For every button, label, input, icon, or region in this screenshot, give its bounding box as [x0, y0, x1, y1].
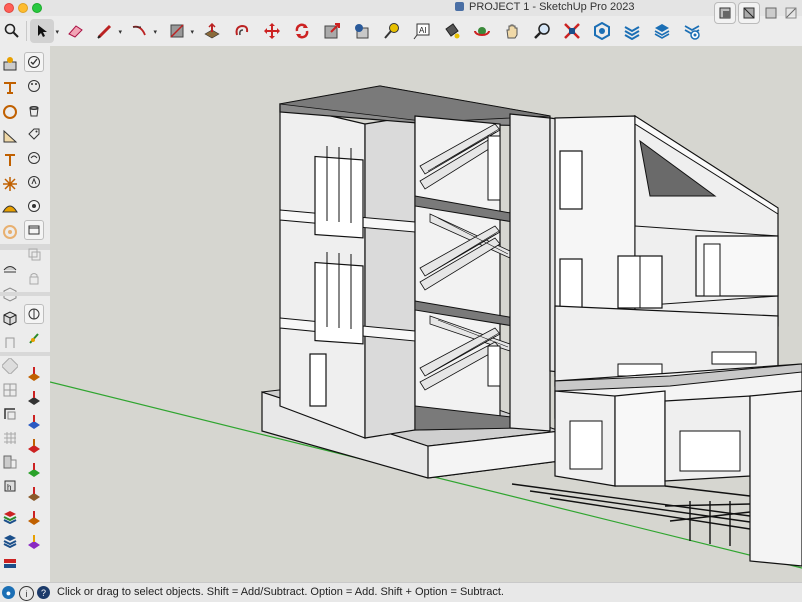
document-icon [455, 2, 464, 11]
right-block [549, 114, 779, 387]
orbit-tool-button[interactable] [470, 19, 494, 43]
lock-icon[interactable] [24, 268, 44, 288]
drape-tool-icon[interactable] [24, 460, 44, 480]
push-pull-tool-button[interactable] [200, 19, 224, 43]
circle-tool-icon[interactable] [0, 102, 20, 122]
copy-frame-icon[interactable] [24, 244, 44, 264]
status-message: Click or drag to select objects. Shift =… [57, 586, 504, 598]
view-toolbar [712, 0, 802, 24]
layers-stack-icon[interactable] [0, 506, 20, 526]
info-icon[interactable]: i [19, 586, 34, 601]
palette-divider [0, 292, 50, 296]
add-detail-icon[interactable] [24, 484, 44, 504]
front-view-icon[interactable] [762, 2, 780, 24]
globe-icon[interactable]: ● [2, 586, 15, 599]
text-tool-button[interactable]: AI [410, 19, 434, 43]
front-structure [511, 363, 802, 567]
section-plane-icon[interactable] [0, 78, 20, 98]
minimize-window-button[interactable] [18, 3, 28, 13]
edge-style-icon[interactable] [0, 404, 20, 424]
walk-icon[interactable] [24, 172, 44, 192]
select-tool-button[interactable]: ▾ [30, 19, 59, 43]
move-tool-button[interactable] [260, 19, 284, 43]
building-model [50, 85, 802, 569]
solid-tools-icon[interactable] [0, 332, 20, 352]
position-camera-icon[interactable] [0, 54, 20, 74]
sandbox-from-scratch-icon[interactable] [24, 388, 44, 408]
group-box-icon[interactable] [0, 308, 20, 328]
close-window-button[interactable] [4, 3, 14, 13]
protractor-tool-icon[interactable] [0, 126, 20, 146]
flip-edge-icon[interactable] [24, 508, 44, 528]
shadows-icon[interactable]: h [0, 476, 20, 496]
sandbox-icon[interactable] [0, 198, 20, 218]
dimension-tool-icon[interactable] [0, 260, 20, 280]
door [309, 353, 327, 407]
top-view-icon[interactable] [738, 2, 760, 24]
material-pot-icon[interactable] [24, 100, 44, 120]
tag-icon[interactable] [24, 124, 44, 144]
window [314, 146, 364, 239]
rectangle-tool-button[interactable]: ▾ [165, 19, 194, 43]
arc-tool-button[interactable]: ▾ [128, 19, 157, 43]
smoove-tool-icon[interactable] [24, 412, 44, 432]
zoom-tool-button[interactable] [530, 19, 554, 43]
offset-tool-button[interactable] [230, 19, 254, 43]
check-mark-icon[interactable] [24, 52, 44, 72]
status-bar: ● i ? Click or drag to select objects. S… [0, 582, 802, 602]
search-icon[interactable] [0, 19, 24, 43]
layers-stack-alt-icon[interactable] [0, 530, 20, 550]
follow-me-tool-button[interactable] [350, 19, 374, 43]
column [509, 113, 551, 432]
window-title: PROJECT 1 - SketchUp Pro 2023 [455, 1, 634, 13]
paint-palette-icon[interactable] [24, 76, 44, 96]
compass-icon[interactable] [24, 304, 44, 324]
layout-icon[interactable] [650, 19, 674, 43]
extension-warehouse-icon[interactable] [620, 19, 644, 43]
svg-text:h: h [7, 483, 11, 492]
help-icon[interactable]: ? [37, 586, 50, 599]
window-title-text: PROJECT 1 - SketchUp Pro 2023 [469, 1, 635, 13]
extension-manager-icon[interactable] [680, 19, 704, 43]
smoove-icon[interactable] [0, 222, 20, 242]
right-view-icon[interactable] [782, 2, 800, 24]
sandbox-purple-icon[interactable] [24, 532, 44, 552]
sandbox-from-contours-icon[interactable] [24, 364, 44, 384]
scale-tool-button[interactable] [320, 19, 344, 43]
window-frame-icon[interactable] [24, 220, 44, 240]
chevron-down-icon: ▾ [153, 29, 157, 36]
zoom-extents-tool-button[interactable] [560, 19, 584, 43]
eraser-tool-button[interactable] [63, 19, 87, 43]
pencil-line-tool-button[interactable]: ▾ [93, 19, 122, 43]
title-bar: PROJECT 1 - SketchUp Pro 2023 [0, 0, 802, 17]
svg-text:AI: AI [419, 26, 427, 35]
left-block [279, 103, 416, 439]
axes-tool-icon[interactable] [0, 150, 20, 170]
explode-icon[interactable] [0, 174, 20, 194]
orbit-small-icon[interactable] [24, 148, 44, 168]
fog-icon[interactable] [0, 452, 20, 472]
styles-icon[interactable] [0, 356, 20, 376]
window [314, 252, 364, 345]
north-arrow-icon[interactable] [24, 328, 44, 348]
pan-tool-button[interactable] [500, 19, 524, 43]
model-viewport[interactable] [50, 46, 802, 582]
iso-view-icon[interactable] [714, 2, 736, 24]
chevron-down-icon: ▾ [190, 29, 194, 36]
paint-bucket-tool-button[interactable] [440, 19, 464, 43]
grid-icon[interactable] [0, 428, 20, 448]
rotate-tool-button[interactable] [290, 19, 314, 43]
warehouse-icon[interactable] [590, 19, 614, 43]
maximize-window-button[interactable] [32, 3, 42, 13]
large-tool-set-palette: h [0, 46, 50, 582]
chevron-down-icon: ▾ [55, 29, 59, 36]
tape-measure-tool-button[interactable] [380, 19, 404, 43]
main-toolbar: ▾ ▾ ▾ ▾ AI [0, 2, 802, 47]
stamp-tool-icon[interactable] [24, 436, 44, 456]
palette-divider [0, 352, 50, 356]
book-stack-icon[interactable] [0, 554, 20, 574]
layers-icon[interactable] [0, 380, 20, 400]
chevron-down-icon: ▾ [118, 29, 122, 36]
look-around-icon[interactable] [24, 196, 44, 216]
